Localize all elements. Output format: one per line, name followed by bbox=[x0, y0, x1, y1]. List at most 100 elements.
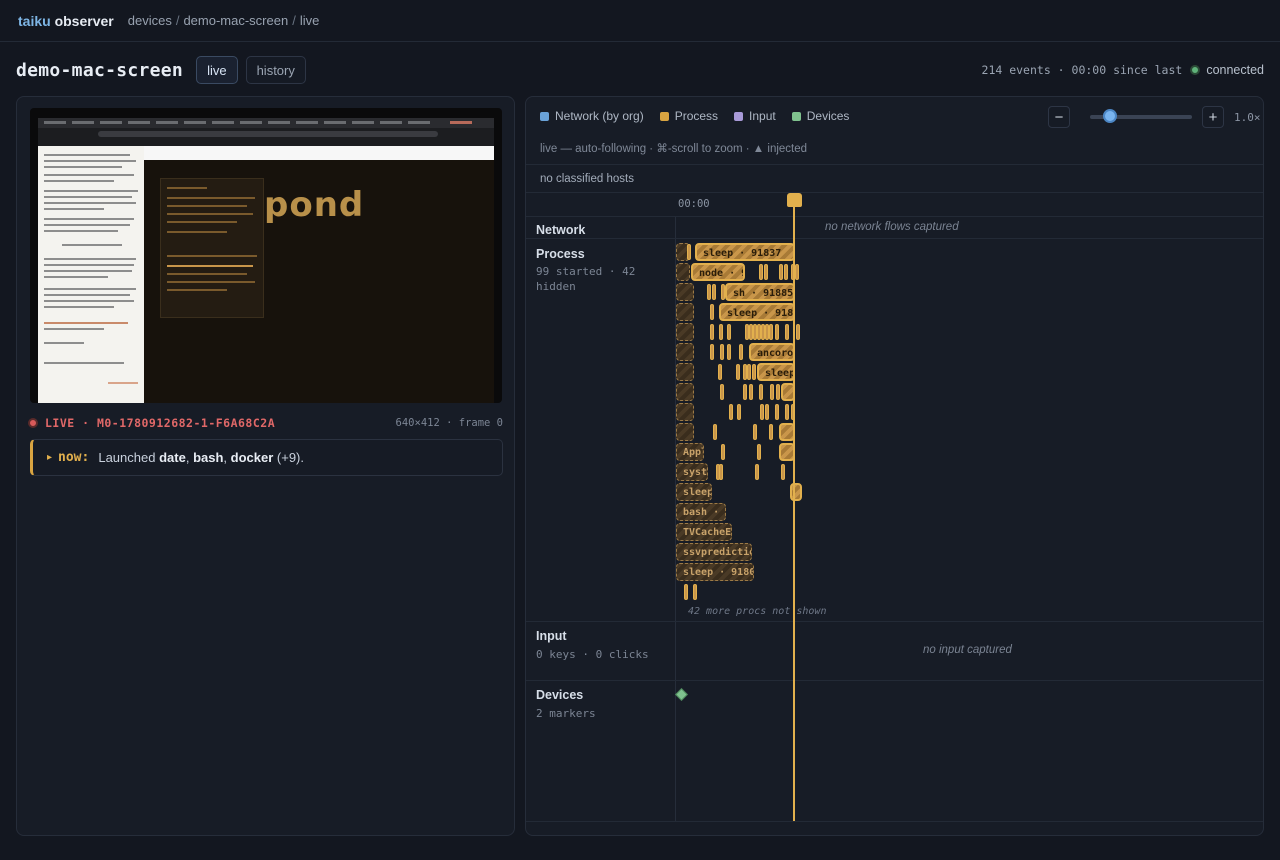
process-bar[interactable] bbox=[676, 303, 694, 321]
now-suffix: (+9). bbox=[276, 450, 304, 465]
process-tick[interactable] bbox=[785, 324, 789, 340]
process-tick[interactable] bbox=[749, 384, 753, 400]
process-tick[interactable] bbox=[684, 584, 688, 600]
playhead[interactable] bbox=[793, 193, 795, 821]
process-tick[interactable] bbox=[721, 444, 725, 460]
process-tick[interactable] bbox=[710, 304, 714, 320]
process-tick[interactable] bbox=[795, 264, 799, 280]
process-tick[interactable] bbox=[781, 464, 785, 480]
zoom-in-button[interactable]: + bbox=[1202, 106, 1224, 128]
process-bar[interactable] bbox=[790, 483, 802, 501]
process-tick[interactable] bbox=[764, 264, 768, 280]
process-tick[interactable] bbox=[743, 384, 747, 400]
process-tick[interactable] bbox=[769, 424, 773, 440]
process-bar[interactable] bbox=[676, 423, 694, 441]
process-bar[interactable]: sleep bbox=[757, 363, 795, 381]
legend-swatch bbox=[734, 111, 744, 121]
process-bar[interactable]: sleep · 9180 bbox=[676, 563, 754, 581]
event-count: 214 events · 00:00 since last bbox=[981, 63, 1183, 77]
process-bar[interactable] bbox=[676, 343, 694, 361]
process-tick[interactable] bbox=[720, 344, 724, 360]
process-bar[interactable]: TVCacheE bbox=[676, 523, 732, 541]
zoom-slider[interactable] bbox=[1090, 109, 1192, 123]
process-tick[interactable] bbox=[736, 364, 740, 380]
process-tick[interactable] bbox=[755, 464, 759, 480]
process-tick[interactable] bbox=[710, 344, 714, 360]
device-marker-icon[interactable] bbox=[675, 688, 688, 701]
breadcrumb-devices[interactable]: devices bbox=[128, 13, 172, 28]
process-tick[interactable] bbox=[752, 364, 756, 380]
process-tick[interactable] bbox=[757, 444, 761, 460]
process-tick[interactable] bbox=[710, 324, 714, 340]
process-tick[interactable] bbox=[737, 404, 741, 420]
status-dot-icon bbox=[1190, 65, 1201, 75]
process-tick[interactable] bbox=[776, 384, 780, 400]
input-empty: no input captured bbox=[923, 644, 1012, 656]
process-bar[interactable]: Appl bbox=[676, 443, 704, 461]
legend-input[interactable]: Input bbox=[734, 109, 776, 123]
process-tick[interactable] bbox=[693, 584, 697, 600]
process-tick[interactable] bbox=[739, 344, 743, 360]
process-tick[interactable] bbox=[720, 384, 724, 400]
process-bar[interactable]: ssvprediction bbox=[676, 543, 752, 561]
process-tick[interactable] bbox=[775, 324, 779, 340]
process-tick[interactable] bbox=[718, 364, 722, 380]
process-lane: sleep · 91837 node · 9 sh · 91885 sleep … bbox=[675, 241, 1263, 621]
screen-panel: pond LIVE · M0-1780912682-1-F6A68C2A 640… bbox=[16, 96, 515, 836]
process-tick[interactable] bbox=[687, 244, 691, 260]
process-tick[interactable] bbox=[712, 284, 716, 300]
playhead-handle[interactable] bbox=[787, 193, 802, 207]
hosts-bar: no classified hosts bbox=[526, 164, 1263, 193]
process-bar[interactable] bbox=[676, 323, 694, 341]
tab-history[interactable]: history bbox=[245, 56, 306, 84]
tab-live[interactable]: live bbox=[196, 56, 238, 84]
legend-process[interactable]: Process bbox=[659, 109, 718, 123]
connection-label: connected bbox=[1206, 63, 1264, 77]
process-tick[interactable] bbox=[719, 464, 723, 480]
process-bar[interactable]: node · 9 bbox=[691, 263, 745, 281]
lane-separator bbox=[526, 621, 1263, 622]
process-bar[interactable] bbox=[676, 403, 694, 421]
zoom-slider-handle[interactable] bbox=[1103, 109, 1117, 123]
process-bar[interactable]: syst bbox=[676, 463, 708, 481]
process-bar[interactable]: sh · 91885 bbox=[725, 283, 795, 301]
process-tick[interactable] bbox=[759, 264, 763, 280]
process-tick[interactable] bbox=[770, 384, 774, 400]
process-bar[interactable]: bash · bbox=[676, 503, 726, 521]
process-tick[interactable] bbox=[727, 344, 731, 360]
legend-network[interactable]: Network (by org) bbox=[540, 109, 644, 123]
process-bar[interactable]: sleep · 91837 bbox=[695, 243, 795, 261]
process-bar[interactable]: sleep bbox=[676, 483, 712, 501]
process-tick[interactable] bbox=[713, 424, 717, 440]
process-tick[interactable] bbox=[727, 324, 731, 340]
breadcrumb: devices / demo-mac-screen / live bbox=[128, 13, 320, 28]
process-bar[interactable] bbox=[676, 263, 690, 281]
breadcrumb-live: live bbox=[299, 13, 320, 28]
process-tick[interactable] bbox=[769, 324, 773, 340]
process-tick[interactable] bbox=[753, 424, 757, 440]
process-tick[interactable] bbox=[760, 404, 764, 420]
process-tick[interactable] bbox=[765, 404, 769, 420]
process-tick[interactable] bbox=[785, 404, 789, 420]
process-bar[interactable]: ancoro bbox=[749, 343, 795, 361]
process-tick[interactable] bbox=[779, 264, 783, 280]
process-bar[interactable] bbox=[676, 383, 694, 401]
breadcrumb-device[interactable]: demo-mac-screen bbox=[183, 13, 288, 28]
process-bar[interactable] bbox=[676, 363, 694, 381]
process-bar[interactable]: sleep · 918 bbox=[719, 303, 795, 321]
process-tick[interactable] bbox=[747, 364, 751, 380]
process-tick[interactable] bbox=[759, 384, 763, 400]
zoom-out-button[interactable]: − bbox=[1048, 106, 1070, 128]
legend-devices[interactable]: Devices bbox=[791, 109, 849, 123]
process-tick[interactable] bbox=[719, 324, 723, 340]
screen-preview[interactable]: pond bbox=[30, 108, 502, 403]
process-tick[interactable] bbox=[784, 264, 788, 280]
process-tick[interactable] bbox=[729, 404, 733, 420]
process-tick[interactable] bbox=[707, 284, 711, 300]
process-tick[interactable] bbox=[775, 404, 779, 420]
preview-pond-text: pond bbox=[264, 185, 365, 225]
process-tick[interactable] bbox=[796, 324, 800, 340]
input-summary: 0 keys · 0 clicks bbox=[536, 648, 649, 661]
app-logo[interactable]: taiku observer bbox=[18, 13, 114, 29]
process-bar[interactable] bbox=[676, 283, 694, 301]
